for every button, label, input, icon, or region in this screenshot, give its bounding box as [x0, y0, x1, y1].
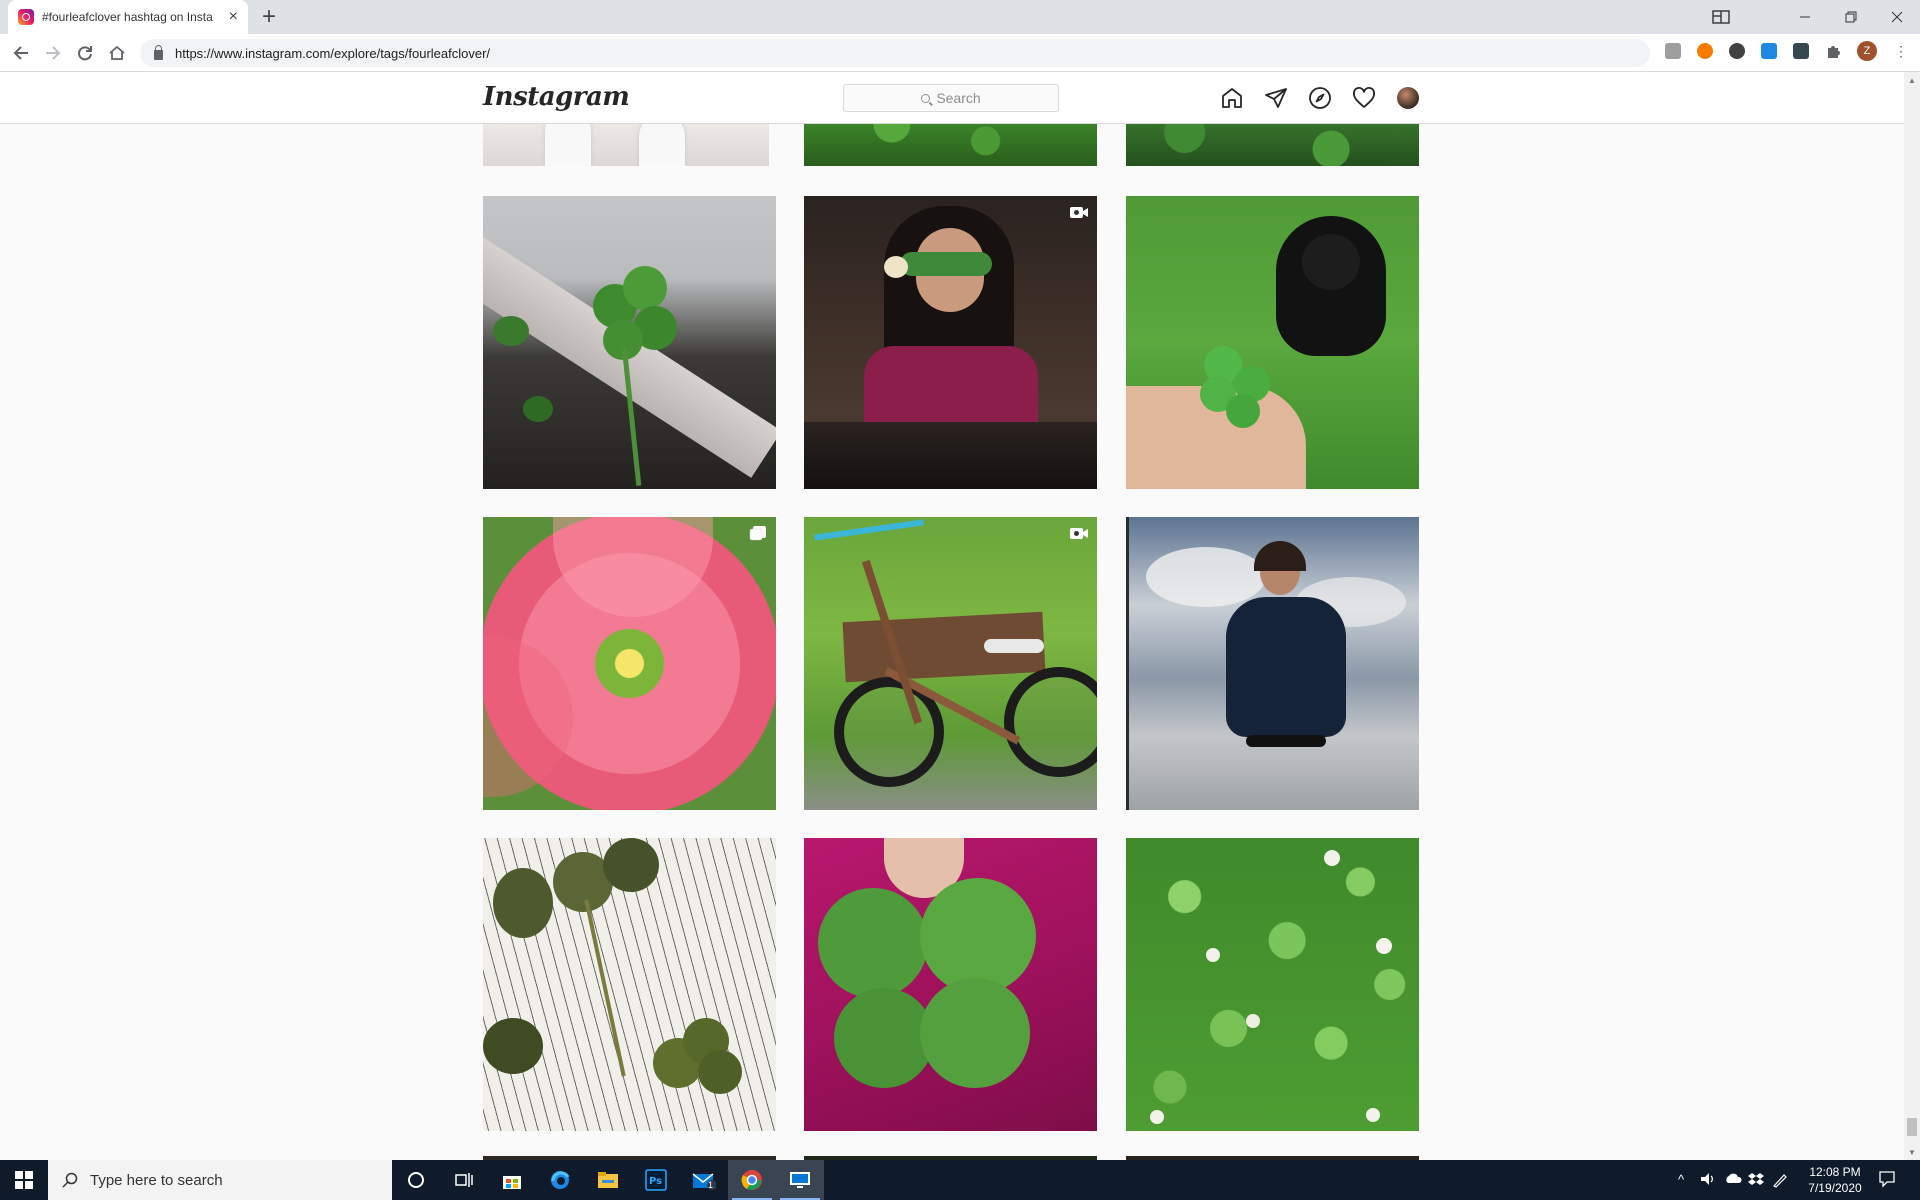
explore-icon[interactable]	[1308, 86, 1332, 110]
new-tab-button[interactable]: +	[262, 4, 276, 30]
post-thumbnail-woman-leaf[interactable]	[804, 196, 1097, 489]
taskbar-clock[interactable]: 12:08 PM 7/19/2020	[1790, 1164, 1880, 1196]
post-thumbnail-clover-leaves-top[interactable]	[1126, 124, 1419, 166]
tab-search-icon[interactable]	[1698, 0, 1744, 34]
clock-time: 12:08 PM	[1809, 1165, 1861, 1179]
photoshop-icon[interactable]: Ps	[632, 1160, 680, 1200]
notification-center-icon[interactable]	[1878, 1170, 1896, 1191]
post-thumbnail-bicycle[interactable]	[804, 517, 1097, 810]
profile-avatar[interactable]	[1397, 87, 1419, 109]
page-scrollbar[interactable]: ▲ ▼	[1904, 72, 1920, 1160]
post-thumbnail-pink-flower[interactable]	[483, 517, 776, 810]
reload-icon[interactable]	[73, 41, 97, 65]
scroll-up-icon[interactable]: ▲	[1908, 76, 1916, 85]
remote-desktop-icon[interactable]	[776, 1160, 824, 1200]
mail-badge: 1	[708, 1180, 714, 1190]
post-thumbnail-pressed-clovers[interactable]	[483, 838, 776, 1131]
extension-dark-icon[interactable]	[1793, 43, 1809, 59]
cortana-icon[interactable]	[392, 1160, 440, 1200]
close-window-icon[interactable]	[1874, 0, 1920, 34]
home-button-icon[interactable]	[105, 41, 129, 65]
task-view-icon[interactable]	[440, 1160, 488, 1200]
file-explorer-icon[interactable]	[584, 1160, 632, 1200]
post-thumbnail-girl-clouds[interactable]	[1126, 517, 1419, 810]
carousel-badge-icon	[749, 526, 766, 541]
minimize-icon[interactable]	[1782, 0, 1828, 34]
post-thumbnail-clover-patch-top[interactable]	[804, 124, 1097, 166]
extension-blue-icon[interactable]	[1761, 43, 1777, 59]
direct-message-icon[interactable]	[1264, 86, 1288, 110]
profile-avatar-button[interactable]: Z	[1857, 41, 1877, 61]
store-icon[interactable]	[488, 1160, 536, 1200]
search-icon	[62, 1172, 78, 1188]
instagram-header: Instagram Search	[0, 72, 1904, 124]
pen-ink-icon[interactable]	[1772, 1172, 1788, 1191]
forward-icon[interactable]	[41, 41, 65, 65]
scrollbar-thumb[interactable]	[1907, 1118, 1917, 1136]
chrome-icon[interactable]	[728, 1160, 776, 1200]
browser-toolbar: https://www.instagram.com/explore/tags/f…	[0, 34, 1920, 72]
home-icon[interactable]	[1220, 86, 1244, 110]
activity-heart-icon[interactable]	[1352, 86, 1376, 110]
extension-g-icon[interactable]	[1665, 43, 1681, 59]
scroll-down-icon[interactable]: ▼	[1908, 1148, 1916, 1157]
extensions-puzzle-icon[interactable]	[1825, 43, 1841, 59]
search-placeholder: Search	[936, 90, 981, 106]
windows-start-icon[interactable]	[0, 1160, 48, 1200]
post-thumbnail-clover-dog[interactable]	[1126, 196, 1419, 489]
clock-date: 7/19/2020	[1808, 1181, 1862, 1195]
tray-overflow-icon[interactable]: ^	[1678, 1172, 1684, 1187]
instagram-favicon-icon	[18, 9, 34, 25]
taskbar-search-box[interactable]: Type here to search	[48, 1160, 392, 1200]
url-text: https://www.instagram.com/explore/tags/f…	[175, 45, 491, 61]
edge-icon[interactable]	[536, 1160, 584, 1200]
svg-text:Ps: Ps	[649, 1176, 662, 1187]
extension-x-icon[interactable]	[1697, 43, 1713, 59]
browser-tab[interactable]: #fourleafclover hashtag on Insta ×	[8, 0, 248, 34]
tab-close-icon[interactable]: ×	[229, 8, 238, 26]
hashtag-photo-grid	[0, 124, 1904, 1160]
instagram-logo[interactable]: Instagram	[483, 82, 630, 112]
windows-taskbar: Type here to search Ps 1 ^ 12:08 PM 7/19…	[0, 1160, 1920, 1200]
back-icon[interactable]	[9, 41, 33, 65]
address-bar[interactable]: https://www.instagram.com/explore/tags/f…	[140, 39, 1650, 67]
search-input[interactable]: Search	[843, 84, 1059, 112]
volume-icon[interactable]	[1700, 1172, 1716, 1189]
restore-icon[interactable]	[1828, 0, 1874, 34]
extension-circle-icon[interactable]	[1729, 43, 1745, 59]
tab-title: #fourleafclover hashtag on Insta	[42, 10, 213, 24]
dropbox-icon[interactable]	[1748, 1172, 1764, 1189]
video-badge-icon	[1070, 207, 1088, 218]
search-icon	[921, 93, 931, 103]
video-badge-icon	[1070, 528, 1088, 539]
post-thumbnail-clover-planter[interactable]	[483, 196, 776, 489]
browser-menu-icon[interactable]: ⋮	[1893, 43, 1909, 59]
browser-tab-strip: #fourleafclover hashtag on Insta × +	[0, 0, 1920, 34]
post-thumbnail-clover-field[interactable]	[1126, 838, 1419, 1131]
taskbar-search-placeholder: Type here to search	[90, 1171, 223, 1189]
mail-icon[interactable]: 1	[680, 1160, 728, 1200]
onedrive-icon[interactable]	[1724, 1172, 1742, 1187]
post-thumbnail-feet-sneakers[interactable]	[483, 124, 769, 166]
post-thumbnail-clover-magenta[interactable]	[804, 838, 1097, 1131]
lock-icon	[154, 45, 163, 60]
